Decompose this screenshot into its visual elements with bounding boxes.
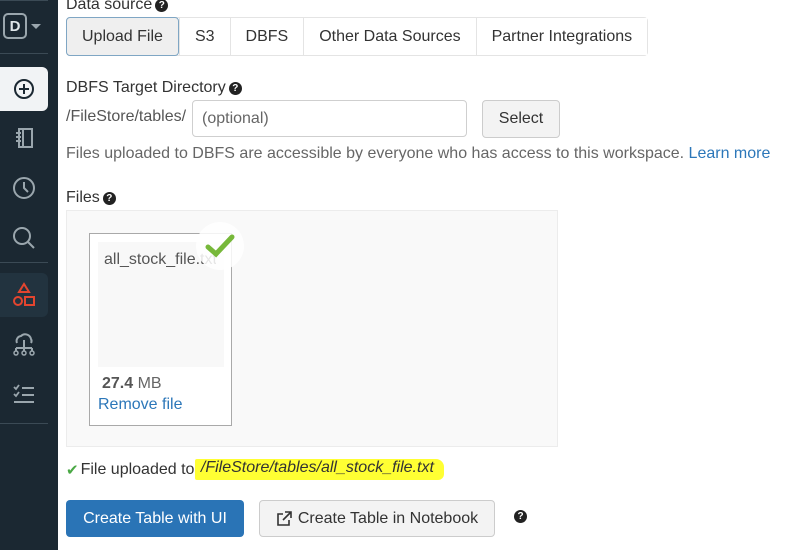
- workspace-switcher[interactable]: D: [3, 12, 45, 40]
- upload-status: ✔ File uploaded to /FileStore/tables/all…: [66, 459, 444, 480]
- sidebar-item-jobs[interactable]: [0, 372, 48, 416]
- sidebar: D: [0, 0, 58, 550]
- tab-upload-file[interactable]: Upload File: [66, 17, 179, 56]
- data-source-label: Data source?: [66, 0, 169, 14]
- data-source-label-text: Data source: [66, 0, 153, 13]
- files-label: Files?: [66, 189, 116, 207]
- sidebar-item-recents[interactable]: [0, 166, 48, 210]
- cloud-cluster-icon: [13, 333, 35, 356]
- file-size-unit: MB: [137, 375, 162, 392]
- upload-status-text: File uploaded to: [80, 460, 195, 478]
- sidebar-divider: [0, 262, 48, 263]
- upload-success-badge: [196, 222, 244, 270]
- sidebar-item-workspace[interactable]: [0, 116, 48, 160]
- file-size-value: 27.4: [102, 375, 134, 392]
- checklist-icon: [13, 384, 34, 403]
- file-size: 27.4 MB: [102, 375, 162, 393]
- tab-s3[interactable]: S3: [178, 18, 230, 55]
- notebook-icon: [16, 128, 33, 148]
- select-button[interactable]: Select: [482, 100, 560, 138]
- tab-dbfs[interactable]: DBFS: [229, 18, 304, 55]
- sidebar-item-search[interactable]: [0, 216, 48, 260]
- create-table-notebook-label: Create Table in Notebook: [297, 509, 479, 527]
- shapes-icon: [13, 282, 35, 306]
- tab-partner-integrations[interactable]: Partner Integrations: [475, 18, 648, 55]
- dbfs-access-note: Files uploaded to DBFS are accessible by…: [66, 145, 770, 163]
- check-icon: [205, 234, 235, 258]
- help-icon[interactable]: ?: [102, 192, 116, 205]
- help-icon[interactable]: ?: [155, 0, 169, 12]
- sidebar-item-data[interactable]: [0, 273, 48, 317]
- search-icon: [13, 227, 35, 249]
- logo-icon: D: [3, 13, 27, 39]
- file-card: all_stock_file.txt 27.4 MB Remove file: [89, 222, 244, 426]
- target-directory-label-text: DBFS Target Directory: [66, 79, 226, 96]
- sidebar-divider: [0, 423, 48, 424]
- external-link-icon: [277, 510, 292, 526]
- tab-other-data-sources[interactable]: Other Data Sources: [303, 18, 476, 55]
- target-directory-label: DBFS Target Directory?: [66, 79, 242, 97]
- files-label-text: Files: [66, 189, 100, 206]
- target-directory-input[interactable]: [192, 100, 467, 137]
- sidebar-divider: [0, 53, 48, 54]
- data-source-tabs: Upload File S3 DBFS Other Data Sources P…: [66, 17, 649, 56]
- create-table-ui-button[interactable]: Create Table with UI: [66, 500, 244, 537]
- caret-down-icon: [31, 23, 41, 29]
- check-icon: ✔: [66, 461, 79, 479]
- directory-prefix: /FileStore/tables/: [66, 108, 187, 125]
- clock-icon: [13, 177, 35, 199]
- file-dropzone[interactable]: all_stock_file.txt 27.4 MB Remove file: [66, 210, 558, 447]
- uploaded-file-path: /FileStore/tables/all_stock_file.txt: [194, 459, 444, 480]
- help-icon[interactable]: ?: [228, 82, 242, 95]
- remove-file-link[interactable]: Remove file: [98, 396, 182, 414]
- learn-more-link[interactable]: Learn more: [689, 145, 771, 162]
- sidebar-divider: [0, 0, 48, 1]
- sidebar-item-compute[interactable]: [0, 322, 48, 366]
- help-icon[interactable]: ?: [514, 510, 527, 523]
- note-text: Files uploaded to DBFS are accessible by…: [66, 145, 685, 162]
- plus-circle-icon: [14, 79, 34, 99]
- sidebar-item-create[interactable]: [0, 67, 48, 111]
- create-table-notebook-button[interactable]: Create Table in Notebook: [259, 500, 495, 537]
